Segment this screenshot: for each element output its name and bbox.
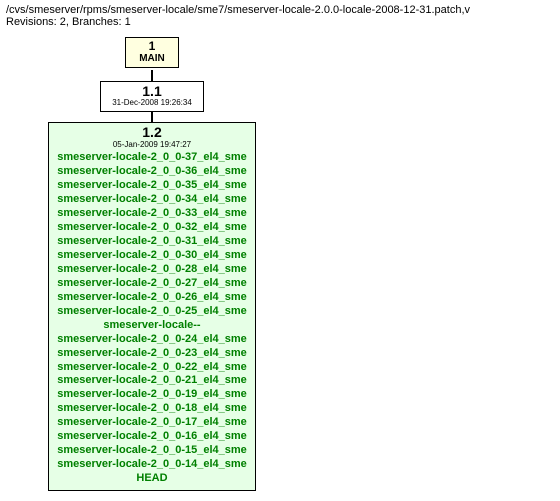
tag-label: smeserver-locale-2_0_0-27_el4_sme <box>52 277 252 291</box>
revision-date: 05-Jan-2009 19:47:27 <box>52 140 252 150</box>
revision-graph: 1 MAIN 1.1 31-Dec-2008 19:26:34 1.2 05-J… <box>0 34 560 497</box>
revision-node-1-1[interactable]: 1.1 31-Dec-2008 19:26:34 <box>100 81 204 112</box>
revision-number: 1.2 <box>52 125 252 140</box>
tag-label: smeserver-locale-2_0_0-18_el4_sme <box>52 402 252 416</box>
connector-line <box>151 70 153 81</box>
tag-label: smeserver-locale-2_0_0-31_el4_sme <box>52 235 252 249</box>
tag-label: smeserver-locale-2_0_0-16_el4_sme <box>52 430 252 444</box>
tag-label: smeserver-locale-2_0_0-15_el4_sme <box>52 444 252 458</box>
tag-label: smeserver-locale-2_0_0-34_el4_sme <box>52 193 252 207</box>
branch-node-main[interactable]: 1 MAIN <box>125 37 179 68</box>
revision-summary: Revisions: 2, Branches: 1 <box>0 16 560 34</box>
tag-label: smeserver-locale-2_0_0-21_el4_sme <box>52 374 252 388</box>
tag-label: smeserver-locale-2_0_0-24_el4_sme <box>52 333 252 347</box>
tag-label: smeserver-locale-2_0_0-26_el4_sme <box>52 291 252 305</box>
file-path: /cvs/smeserver/rpms/smeserver-locale/sme… <box>0 0 560 16</box>
tag-label: smeserver-locale-- <box>52 319 252 333</box>
tag-label: smeserver-locale-2_0_0-37_el4_sme <box>52 151 252 165</box>
tag-label: smeserver-locale-2_0_0-28_el4_sme <box>52 263 252 277</box>
revision-node-1-2[interactable]: 1.2 05-Jan-2009 19:47:27 smeserver-local… <box>48 122 256 491</box>
tag-label: smeserver-locale-2_0_0-25_el4_sme <box>52 305 252 319</box>
branch-number: 1 <box>126 40 178 53</box>
tag-label: smeserver-locale-2_0_0-14_el4_sme <box>52 458 252 472</box>
tag-label: smeserver-locale-2_0_0-17_el4_sme <box>52 416 252 430</box>
tag-label: smeserver-locale-2_0_0-30_el4_sme <box>52 249 252 263</box>
tag-label: smeserver-locale-2_0_0-23_el4_sme <box>52 347 252 361</box>
tag-label: smeserver-locale-2_0_0-36_el4_sme <box>52 165 252 179</box>
tag-label: smeserver-locale-2_0_0-19_el4_sme <box>52 388 252 402</box>
tag-label: smeserver-locale-2_0_0-33_el4_sme <box>52 207 252 221</box>
tag-label: smeserver-locale-2_0_0-35_el4_sme <box>52 179 252 193</box>
tag-label: HEAD <box>52 472 252 486</box>
tag-label: smeserver-locale-2_0_0-22_el4_sme <box>52 361 252 375</box>
tag-label: smeserver-locale-2_0_0-32_el4_sme <box>52 221 252 235</box>
revision-number: 1.1 <box>101 84 203 99</box>
branch-label: MAIN <box>126 53 178 64</box>
revision-date: 31-Dec-2008 19:26:34 <box>101 99 203 108</box>
